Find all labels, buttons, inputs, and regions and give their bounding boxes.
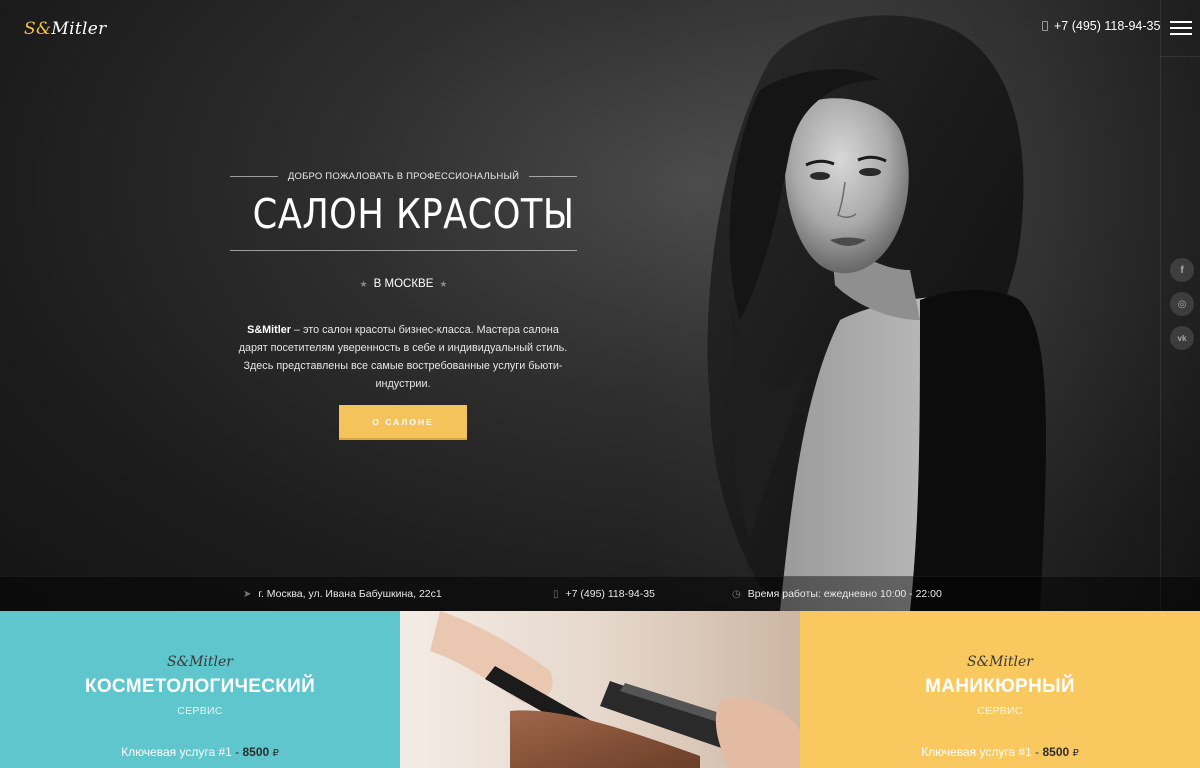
hair-styling-photo (400, 611, 800, 768)
facebook-icon[interactable]: f (1170, 258, 1194, 282)
contact-info-bar: ➤ г. Москва, ул. Ивана Бабушкина, 22с1 ▯… (0, 576, 1200, 611)
key-service-price: 8500 (242, 745, 270, 759)
hero-portrait-image (707, 15, 1046, 611)
title-divider (230, 250, 577, 251)
logo-ampersand: & (35, 19, 52, 39)
card-brand-logo: S&Mitler (967, 654, 1033, 670)
menu-burger-button[interactable] (1170, 21, 1192, 35)
about-salon-button[interactable]: О САЛОНЕ (339, 405, 467, 440)
site-logo[interactable]: S&Mitler (24, 19, 107, 39)
header-phone[interactable]: +7 (495) 118-94-35 (1042, 19, 1160, 33)
hero-city-text: В МОСКВЕ (373, 278, 434, 290)
card-brand-logo: S&Mitler (167, 654, 233, 670)
hero-city: ★ В МОСКВЕ ★ (230, 278, 577, 290)
burger-line (1170, 33, 1192, 35)
manicure-service-card[interactable]: S&Mitler МАНИКЮРНЫЙ СЕРВИС Ключевая услу… (800, 611, 1200, 768)
logo-wordmark: Mitler (51, 19, 107, 39)
right-rail-divider (1160, 0, 1161, 611)
burger-line (1170, 21, 1192, 23)
welcome-line-right (529, 175, 577, 177)
location-arrow-icon: ➤ (243, 588, 252, 600)
card-key-service: Ключевая услуга #1 - 8500 ₽ (800, 745, 1200, 759)
instagram-icon[interactable]: ◎ (1170, 292, 1194, 316)
hair-service-card[interactable] (400, 611, 800, 768)
star-icon: ★ (439, 279, 448, 289)
vk-icon[interactable]: vk (1170, 326, 1194, 350)
hero-description: S&Mitler – это салон красоты бизнес-клас… (232, 321, 574, 393)
key-service-price: 8500 (1042, 745, 1070, 759)
card-title: КОСМЕТОЛОГИЧЕСКИЙ (84, 676, 316, 697)
welcome-text: ДОБРО ПОЖАЛОВАТЬ В ПРОФЕССИОНАЛЬНЫЙ (287, 170, 520, 182)
phone-icon (1042, 21, 1048, 31)
hours-text: Время работы: ежедневно 10:00 - 22:00 (747, 588, 942, 600)
address-item: ➤ г. Москва, ул. Ивана Бабушкина, 22с1 (243, 588, 442, 600)
key-service-dash: - (231, 745, 243, 759)
infobar-phone-text: +7 (495) 118-94-35 (565, 588, 655, 600)
key-service-label: Ключевая услуга #1 (921, 745, 1032, 759)
hero-description-brand: S&Mitler (247, 324, 291, 336)
hours-item: ◷ Время работы: ежедневно 10:00 - 22:00 (732, 588, 942, 600)
card-key-service: Ключевая услуга #1 - 8500 ₽ (0, 745, 400, 759)
cosmetology-service-card[interactable]: S&Mitler КОСМЕТОЛОГИЧЕСКИЙ СЕРВИС Ключев… (0, 611, 400, 768)
header-phone-number: +7 (495) 118-94-35 (1054, 19, 1161, 33)
address-text: г. Москва, ул. Ивана Бабушкина, 22с1 (258, 588, 442, 600)
clock-icon: ◷ (732, 588, 741, 600)
key-service-label: Ключевая услуга #1 (121, 745, 232, 759)
hero-section: S&Mitler +7 (495) 118-94-35 f ◎ vk ДОБРО… (0, 0, 1200, 611)
star-icon: ★ (359, 279, 368, 289)
welcome-row: ДОБРО ПОЖАЛОВАТЬ В ПРОФЕССИОНАЛЬНЫЙ (230, 168, 577, 184)
header-rail-divider (1160, 56, 1200, 57)
key-service-dash: - (1031, 745, 1043, 759)
burger-line (1170, 27, 1192, 29)
phone-item[interactable]: ▯ +7 (495) 118-94-35 (553, 588, 655, 600)
welcome-line-left (230, 175, 278, 177)
card-subtitle: СЕРВИС (177, 705, 223, 717)
hero-title: САЛОН КРАСОТЫ (252, 190, 575, 238)
ruble-sign: ₽ (1072, 748, 1079, 759)
ruble-sign: ₽ (272, 748, 279, 759)
card-subtitle: СЕРВИС (977, 705, 1023, 717)
phone-icon: ▯ (553, 588, 559, 600)
logo-letter: S (24, 19, 36, 39)
card-title: МАНИКЮРНЫЙ (925, 676, 1075, 697)
